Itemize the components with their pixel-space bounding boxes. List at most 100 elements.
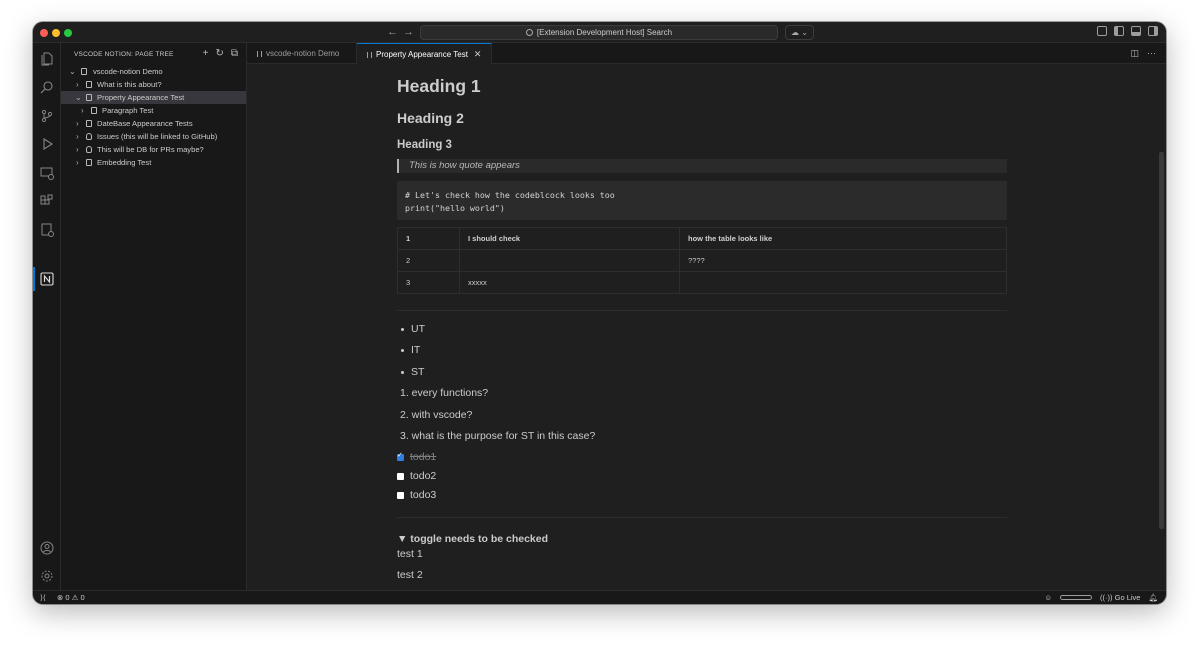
table-row: 1 I should check how the table looks lik…: [397, 227, 1007, 250]
tree-item[interactable]: › Issues (this will be linked to GitHub): [61, 130, 246, 143]
heading-1: Heading 1: [397, 76, 481, 96]
command-center-label: [Extension Development Host] Search: [536, 28, 673, 37]
status-bar-right: ☺ ((·)) Go Live 🔔︎: [1044, 591, 1158, 604]
notifications-bell-icon[interactable]: 🔔︎: [1148, 591, 1158, 604]
sidebar-title: VSCODE NOTION: PAGE TREE: [74, 51, 174, 58]
manage-gear-icon[interactable]: [40, 569, 54, 583]
table-cell: xxxxx: [459, 271, 680, 294]
quote-block: This is how quote appears: [397, 159, 1007, 173]
page-icon: [91, 107, 97, 114]
tree-item[interactable]: › This will be DB for PRs maybe?: [61, 143, 246, 156]
collapse-all-icon[interactable]: ⧉: [231, 48, 238, 60]
active-view-indicator: [33, 267, 35, 291]
notion-page-view: Heading 1 Heading 2 Heading 3 This is ho…: [247, 64, 1166, 590]
todo-text: todo1: [410, 451, 437, 463]
extensions-icon[interactable]: [40, 194, 54, 208]
title-bar: ← → [Extension Development Host] Search …: [33, 22, 1166, 43]
tree-item-label: vscode-notion Demo: [93, 67, 163, 76]
add-page-icon[interactable]: +: [203, 48, 209, 60]
go-live-button[interactable]: ((·)) Go Live: [1100, 591, 1140, 604]
chevron-right-icon: ›: [81, 106, 84, 115]
source-control-icon[interactable]: [40, 109, 54, 123]
todo-text: todo2: [410, 470, 437, 482]
vscode-window: ← → [Extension Development Host] Search …: [33, 22, 1166, 604]
bulleted-list-item: IT: [400, 344, 421, 356]
checkbox[interactable]: [397, 492, 404, 499]
chevron-right-icon: ›: [76, 132, 79, 141]
remote-indicator-icon[interactable]: ⟩⟨: [40, 591, 46, 604]
editor-actions: ◫ ···: [1130, 48, 1156, 59]
run-debug-icon[interactable]: [40, 137, 54, 151]
split-editor-icon[interactable]: ◫: [1130, 48, 1139, 59]
back-arrow-icon[interactable]: ←: [387, 25, 398, 39]
table-cell: 3: [397, 271, 460, 294]
table-cell: [679, 271, 1007, 294]
copilot-status-icon[interactable]: ☺: [1044, 591, 1052, 604]
tree-item[interactable]: › Embedding Test: [61, 156, 246, 169]
tree-item[interactable]: › What is this about?: [61, 78, 246, 91]
search-icon: [525, 29, 533, 36]
testing-icon[interactable]: [40, 223, 54, 237]
page-icon: [81, 68, 87, 75]
explorer-icon[interactable]: [40, 52, 54, 66]
toggle-block[interactable]: ▼ toggle needs to be checked: [397, 533, 548, 545]
heading-2: Heading 2: [397, 110, 464, 126]
remote-explorer-icon[interactable]: [40, 166, 54, 180]
vertical-scrollbar[interactable]: [1159, 152, 1164, 529]
chevron-right-icon: ›: [76, 145, 79, 154]
tab-vscode-notion-demo[interactable]: vscode-notion Demo: [247, 43, 357, 64]
accounts-icon[interactable]: [40, 541, 54, 555]
notion-icon[interactable]: [40, 272, 54, 286]
tree-item-root[interactable]: ⌄ vscode-notion Demo: [61, 65, 246, 78]
toggle-panel-icon[interactable]: [1131, 26, 1141, 36]
problems-indicator[interactable]: ⊗ 0 ⚠ 0: [57, 591, 85, 604]
toggle-secondary-sidebar-icon[interactable]: [1148, 26, 1158, 36]
numbered-list-item: 1. every functions?: [400, 387, 489, 399]
numbered-list-item: 3. what is the purpose for ST in this ca…: [400, 430, 596, 442]
error-count: 0: [65, 593, 70, 602]
toggle-primary-sidebar-icon[interactable]: [1114, 26, 1124, 36]
checkbox[interactable]: [397, 473, 404, 480]
tree-item-label: Paragraph Test: [102, 106, 154, 115]
customize-layout-icon[interactable]: [1097, 26, 1107, 36]
paragraph: test 1: [397, 548, 423, 560]
status-bar: ⟩⟨ ⊗ 0 ⚠ 0 ☺ ((·)) Go Live 🔔︎: [33, 590, 1166, 604]
go-live-label: Go Live: [1114, 593, 1141, 602]
tree-item-label: DateBase Appearance Tests: [97, 119, 193, 128]
warning-icon: ⚠: [71, 593, 79, 602]
more-actions-icon[interactable]: ···: [1147, 48, 1156, 59]
checkbox-checked[interactable]: [397, 451, 404, 461]
database-icon: [86, 146, 92, 153]
tree-item-selected[interactable]: ⌄ Property Appearance Test: [61, 91, 246, 104]
paragraph: test 2: [397, 569, 423, 581]
table-row: 3 xxxxx: [397, 271, 1007, 294]
page-tree: ⌄ vscode-notion Demo › What is this abou…: [61, 65, 246, 169]
tree-item[interactable]: › DateBase Appearance Tests: [61, 117, 246, 130]
progress-indicator: [1060, 595, 1093, 600]
code-line: print("hello world"): [405, 202, 505, 213]
tree-item-label: Embedding Test: [97, 158, 152, 167]
search-activity-icon[interactable]: [40, 80, 54, 94]
bulleted-list-item: ST: [400, 366, 425, 378]
sidebar-actions: + ↻ ⧉: [203, 48, 238, 60]
error-icon: ⊗: [57, 593, 64, 602]
forward-arrow-icon[interactable]: →: [403, 25, 414, 39]
chevron-right-icon: ›: [76, 80, 79, 89]
close-tab-icon[interactable]: ✕: [474, 49, 482, 59]
copilot-menu-button[interactable]: ☁ ⌄: [785, 25, 814, 40]
tree-item[interactable]: › Paragraph Test: [61, 104, 246, 117]
heading-3: Heading 3: [397, 139, 452, 151]
refresh-icon[interactable]: ↻: [215, 48, 223, 60]
table-cell: I should check: [459, 227, 680, 250]
tree-item-label: This will be DB for PRs maybe?: [97, 145, 204, 154]
zoom-window-button[interactable]: [64, 29, 72, 37]
tab-property-appearance-test[interactable]: Property Appearance Test ✕: [357, 43, 492, 65]
chevron-down-icon: ⌄: [69, 67, 76, 76]
page-icon: [86, 120, 92, 127]
table-row: 2 ????: [397, 249, 1007, 272]
chevron-down-icon: ⌄: [75, 93, 82, 102]
close-window-button[interactable]: [40, 29, 48, 37]
command-center-search[interactable]: [Extension Development Host] Search: [420, 25, 778, 40]
minimize-window-button[interactable]: [52, 29, 60, 37]
divider: [397, 310, 1007, 311]
